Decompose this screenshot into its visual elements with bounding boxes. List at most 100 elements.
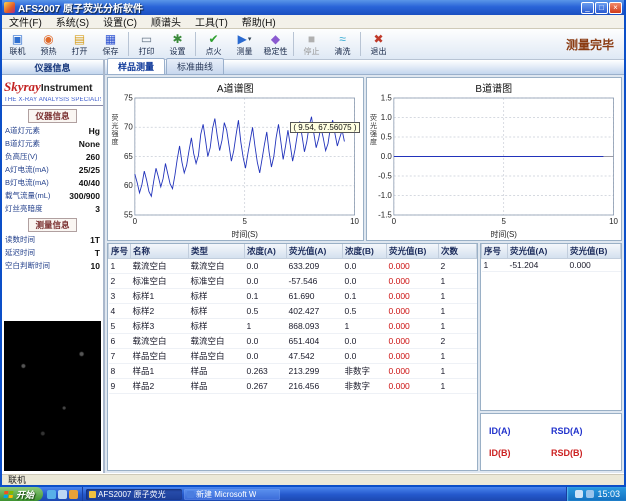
volume-icon[interactable] <box>575 490 583 498</box>
svg-text:0.0: 0.0 <box>380 152 392 161</box>
table-row[interactable]: 6载流空白载流空白0.0651.4040.00.0002 <box>109 334 477 349</box>
field-value: 40/40 <box>79 178 100 188</box>
connect-button[interactable]: ▣联机 <box>2 30 33 59</box>
task-button[interactable]: AFS2007 原子荧光 <box>86 489 182 500</box>
menu-item[interactable]: 帮助(H) <box>235 14 283 29</box>
table-row[interactable]: 1载流空白载流空白0.0633.2090.00.0002 <box>109 259 477 274</box>
table-cell: 1 <box>439 289 477 304</box>
table-cell: 216.456 <box>287 379 343 394</box>
table-cell: 1 <box>109 259 131 274</box>
table-cell: 2 <box>439 334 477 349</box>
side-table: 序号荧光值(A)荧光值(B)1-51.2040.000 <box>481 244 621 272</box>
show-desktop-icon[interactable] <box>58 490 67 499</box>
chart-a-plot[interactable]: 55606570750510时间(S) <box>108 93 363 239</box>
table-cell: 0.5 <box>245 304 287 319</box>
column-header[interactable]: 荧光值(B) <box>568 244 621 259</box>
table-cell: 2 <box>439 259 477 274</box>
toolbar-separator <box>195 32 196 56</box>
chart-b-ylabel: 荧光强度 <box>368 114 378 146</box>
menu-item[interactable]: 顺谱头 <box>144 14 188 29</box>
exit-button[interactable]: ✖退出 <box>363 30 394 59</box>
instrument-field-row: A灯电流(mA)25/25 <box>2 163 103 176</box>
table-row[interactable]: 3标样1标样0.161.6900.10.0001 <box>109 289 477 304</box>
measure-field-row: 延迟时间T <box>2 246 103 259</box>
field-value: 260 <box>86 152 100 162</box>
menu-item[interactable]: 系统(S) <box>49 14 96 29</box>
measure-group-title: 测量信息 <box>28 218 76 232</box>
column-header[interactable]: 浓度(B) <box>343 244 387 259</box>
ie-icon[interactable] <box>47 490 56 499</box>
column-header[interactable]: 荧光值(A) <box>287 244 343 259</box>
field-label: B灯电流(mA) <box>5 177 49 188</box>
column-header[interactable]: 荧光值(B) <box>387 244 439 259</box>
table-row[interactable]: 7样品空白样品空白0.047.5420.00.0001 <box>109 349 477 364</box>
toolbar-button-label: 点火 <box>206 47 222 56</box>
table-cell: 标准空白 <box>189 274 245 289</box>
start-button[interactable]: 开始 <box>0 487 43 501</box>
dropdown-arrow-icon[interactable]: ▾ <box>248 35 252 43</box>
table-cell: 标样 <box>189 319 245 334</box>
chart-a-title: A道谱图 <box>108 78 363 93</box>
taskbar: 开始 AFS2007 原子荧光新建 Microsoft W 15:03 <box>0 487 626 501</box>
column-header[interactable]: 次数 <box>439 244 477 259</box>
column-header[interactable]: 类型 <box>189 244 245 259</box>
chart-b-plot[interactable]: -1.5-1.0-0.50.00.51.01.50510时间(S) <box>367 93 622 239</box>
column-header[interactable]: 荧光值(A) <box>508 244 568 259</box>
instrument-field-row: B灯电流(mA) 40/40 <box>2 176 103 189</box>
svg-text:0: 0 <box>133 217 138 226</box>
print-button[interactable]: ▭打印 <box>131 30 162 59</box>
table-cell: 0.000 <box>387 379 439 394</box>
save-button[interactable]: ▦保存 <box>95 30 126 59</box>
column-header[interactable]: 序号 <box>109 244 131 259</box>
table-row[interactable]: 5标样3标样1868.09310.0001 <box>109 319 477 334</box>
toolbar-icon-row: ▦ <box>105 33 116 46</box>
stability-button[interactable]: ◆稳定性 <box>260 30 291 59</box>
measure-field-row: 空白判断时间10 <box>2 259 103 272</box>
table-cell: 8 <box>109 364 131 379</box>
svg-text:-1.5: -1.5 <box>378 210 392 219</box>
column-header[interactable]: 序号 <box>482 244 508 259</box>
table-cell: 标准空白 <box>131 274 189 289</box>
menu-item[interactable]: 文件(F) <box>2 14 49 29</box>
preheat-button[interactable]: ◉预热 <box>33 30 64 59</box>
table-cell: 1 <box>343 319 387 334</box>
measure-button[interactable]: ▶▾测量 <box>229 30 260 59</box>
stop-button[interactable]: ■停止 <box>296 30 327 59</box>
column-header[interactable]: 浓度(A) <box>245 244 287 259</box>
tab-sample-measurement[interactable]: 样品测量 <box>107 58 165 74</box>
ignite-button[interactable]: ✔点火 <box>198 30 229 59</box>
chart-b-title: B道谱图 <box>367 78 622 93</box>
table-cell: 0.000 <box>387 304 439 319</box>
toolbar-separator <box>360 32 361 56</box>
tab-standard-curve[interactable]: 标准曲线 <box>166 58 224 74</box>
chart-a-ylabel: 荧光强度 <box>109 114 119 146</box>
table-cell: 0.0 <box>343 274 387 289</box>
maximize-button[interactable]: □ <box>595 2 608 14</box>
table-cell: 0.0 <box>245 349 287 364</box>
svg-text:60: 60 <box>124 181 133 190</box>
open-button[interactable]: ▤打开 <box>64 30 95 59</box>
task-button[interactable]: 新建 Microsoft W <box>184 489 280 500</box>
network-icon[interactable] <box>586 490 594 498</box>
table-cell: 61.690 <box>287 289 343 304</box>
table-cell: 标样1 <box>131 289 189 304</box>
settings-button[interactable]: ✱设置 <box>162 30 193 59</box>
table-row[interactable]: 2标准空白标准空白0.0-57.5460.00.0001 <box>109 274 477 289</box>
chart-a: A道谱图 荧光强度 55606570750510时间(S) ( 9.54, 67… <box>107 77 364 241</box>
close-button[interactable]: × <box>609 2 622 14</box>
table-cell: 7 <box>109 349 131 364</box>
menu-item[interactable]: 工具(T) <box>188 14 235 29</box>
minimize-button[interactable]: _ <box>581 2 594 14</box>
table-row[interactable]: 8样品1样品0.263213.299非数字0.0001 <box>109 364 477 379</box>
table-cell: 868.093 <box>287 319 343 334</box>
field-value: T <box>95 248 100 258</box>
menu-item[interactable]: 设置(C) <box>96 14 144 29</box>
media-player-icon[interactable] <box>69 490 78 499</box>
table-cell: 5 <box>109 319 131 334</box>
table-row[interactable]: 4标样2标样0.5402.4270.50.0001 <box>109 304 477 319</box>
column-header[interactable]: 名称 <box>131 244 189 259</box>
table-row[interactable]: 9样品2样品0.267216.456非数字0.0001 <box>109 379 477 394</box>
table-row[interactable]: 1-51.2040.000 <box>482 259 621 272</box>
task-buttons: AFS2007 原子荧光新建 Microsoft W <box>83 487 566 501</box>
rinse-button[interactable]: ≈清洗 <box>327 30 358 59</box>
